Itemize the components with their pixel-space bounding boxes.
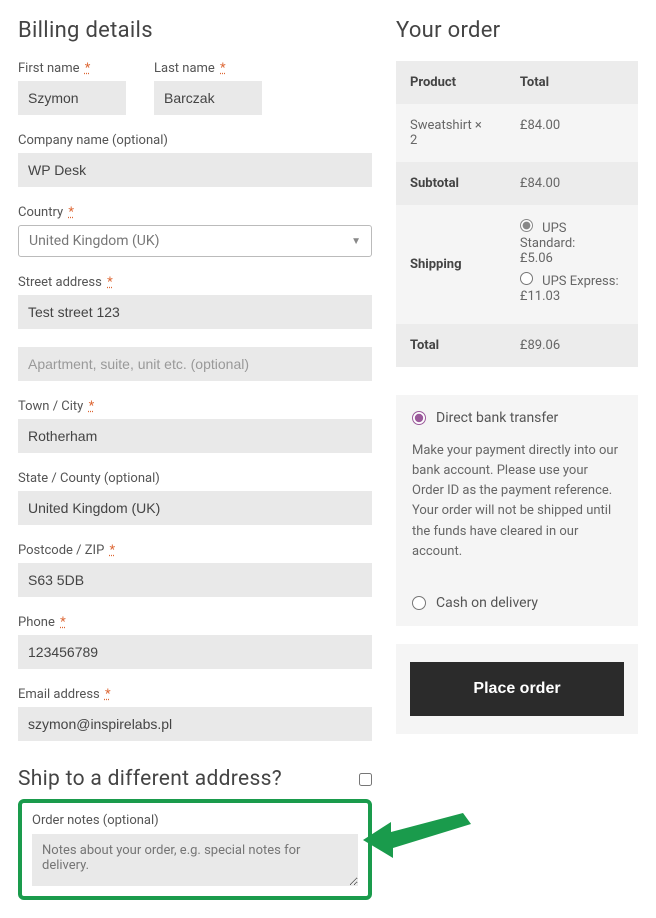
place-order-button[interactable]: Place order xyxy=(410,662,624,716)
line-item-total: £84.00 xyxy=(506,104,638,162)
ship-standard-price: £5.06 xyxy=(520,251,624,266)
order-summary-table: Product Total Sweatshirt × 2 £84.00 Subt… xyxy=(396,61,638,367)
state-label: State / County (optional) xyxy=(18,471,372,486)
required-icon: * xyxy=(60,615,66,630)
country-label: Country * xyxy=(18,205,372,220)
city-label: Town / City * xyxy=(18,399,372,414)
city-input[interactable] xyxy=(18,419,372,453)
subtotal-value: £84.00 xyxy=(506,162,638,205)
first-name-label: First name * xyxy=(18,61,126,76)
table-row: Shipping UPS Standard: £5.06 UPS Express… xyxy=(396,205,638,324)
total-label: Total xyxy=(396,324,506,367)
required-icon: * xyxy=(68,205,74,220)
required-icon: * xyxy=(110,543,116,558)
pay-bank-transfer-label: Direct bank transfer xyxy=(436,410,558,426)
street-label: Street address * xyxy=(18,275,372,290)
subtotal-label: Subtotal xyxy=(396,162,506,205)
ship-different-heading: Ship to a different address? xyxy=(18,767,282,791)
table-row: Total £89.06 xyxy=(396,324,638,367)
order-heading: Your order xyxy=(396,18,638,43)
last-name-label: Last name * xyxy=(154,61,262,76)
chevron-down-icon: ▼ xyxy=(351,236,361,247)
pay-bank-transfer-desc: Make your payment directly into our bank… xyxy=(396,441,638,580)
last-name-input[interactable] xyxy=(154,81,262,115)
pay-bank-transfer-radio[interactable] xyxy=(412,411,426,425)
required-icon: * xyxy=(89,399,95,414)
state-input[interactable] xyxy=(18,491,372,525)
company-input[interactable] xyxy=(18,153,372,187)
ship-express-price: £11.03 xyxy=(520,289,624,304)
pay-cod-label: Cash on delivery xyxy=(436,595,538,611)
email-label: Email address * xyxy=(18,687,372,702)
required-icon: * xyxy=(85,61,91,76)
required-icon: * xyxy=(107,275,113,290)
total-value: £89.06 xyxy=(506,324,638,367)
table-row: Sweatshirt × 2 £84.00 xyxy=(396,104,638,162)
col-product: Product xyxy=(396,61,506,104)
required-icon: * xyxy=(220,61,226,76)
pay-cod-radio[interactable] xyxy=(412,596,426,610)
postcode-label: Postcode / ZIP * xyxy=(18,543,372,558)
required-icon: * xyxy=(105,687,111,702)
ship-different-checkbox[interactable] xyxy=(359,773,372,786)
company-label: Company name (optional) xyxy=(18,133,372,148)
table-row: Subtotal £84.00 xyxy=(396,162,638,205)
shipping-label: Shipping xyxy=(396,205,506,324)
order-notes-textarea[interactable] xyxy=(32,834,358,886)
order-notes-label: Order notes (optional) xyxy=(32,813,358,828)
ship-express-radio[interactable] xyxy=(520,272,533,285)
col-total: Total xyxy=(506,61,638,104)
first-name-input[interactable] xyxy=(18,81,126,115)
payment-methods: Direct bank transfer Make your payment d… xyxy=(396,395,638,626)
street-input[interactable] xyxy=(18,295,372,329)
street2-input[interactable] xyxy=(18,347,372,381)
billing-heading: Billing details xyxy=(18,18,372,43)
country-value: United Kingdom (UK) xyxy=(29,233,160,249)
ship-express-label: UPS Express: xyxy=(542,274,618,289)
postcode-input[interactable] xyxy=(18,563,372,597)
order-notes-highlight: Order notes (optional) xyxy=(18,799,372,900)
line-item-name: Sweatshirt × 2 xyxy=(396,104,506,162)
ship-standard-radio[interactable] xyxy=(520,219,533,232)
phone-label: Phone * xyxy=(18,615,372,630)
country-select[interactable]: United Kingdom (UK) ▼ xyxy=(18,225,372,257)
email-input[interactable] xyxy=(18,707,372,741)
phone-input[interactable] xyxy=(18,635,372,669)
